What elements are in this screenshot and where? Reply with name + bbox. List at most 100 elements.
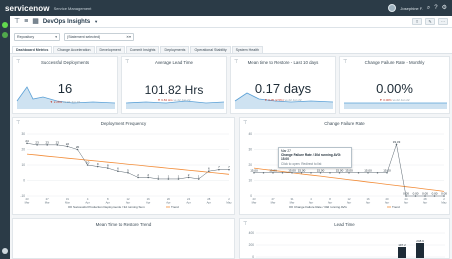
data-label: 15.00 [345, 168, 353, 172]
grid-icon[interactable]: ▦ [32, 18, 39, 25]
y-tick-label: 20 [21, 148, 25, 152]
data-label: 0.00 [432, 192, 438, 196]
tab-dashboard-metrics[interactable]: Dashboard Metrics [12, 46, 53, 53]
data-label: 2 [147, 173, 149, 177]
tooltip-hint: Click to open: Redirect to list [281, 161, 322, 166]
kpi-mean-time-to-restore[interactable]: ⊤ Mean time to Restore - Last 10 days 0.… [230, 56, 336, 114]
repository-select[interactable]: Repository ▾ [14, 33, 60, 41]
change-failure-rate-card[interactable]: ⊤ Change Failure Rate 40 30 20 10 0 23 Mar 27 Ma… [239, 117, 450, 215]
filter-icon[interactable]: ⊤ [14, 18, 20, 25]
kpi-average-lead-time[interactable]: ⊤ Average Lead Time 101.82 Hrs ▼ 6.82 Hr… [121, 56, 227, 114]
data-label: 1 [198, 174, 200, 178]
data-point [329, 171, 331, 174]
x-tick-label: Apr [85, 201, 89, 205]
tab-development[interactable]: Development [95, 46, 125, 53]
data-label: 15.00 [364, 168, 372, 172]
kpi-successful-deployments[interactable]: ⊤ Successful Deployments 16 ▼ 2.26% vs 2… [12, 56, 118, 114]
statement-select-value: (Statement selected) [67, 35, 101, 39]
data-label: 6 [208, 167, 210, 171]
chevron-down-icon[interactable]: ▼ [94, 19, 98, 24]
help-icon[interactable]: ? [434, 5, 437, 11]
kpi-value: 16 [57, 81, 73, 96]
data-label: 33.33 [393, 140, 401, 144]
tab-system-health[interactable]: System Health [231, 46, 264, 53]
dashboard-title[interactable]: DevOps Insights [43, 19, 90, 25]
statement-select[interactable]: (Statement selected) ✕▾ [64, 33, 134, 41]
kpi-compare: vs 22 Jun 22 [392, 98, 410, 102]
top-bar-actions: Josephine F. ⌕ ? ⚙ [388, 4, 447, 12]
data-label: 24 [25, 139, 29, 143]
kpi-delta: ▼ 0.05 (2.5%) [264, 98, 284, 102]
y-tick-label: 10 [21, 163, 25, 167]
x-tick-label: Apr [347, 201, 351, 205]
data-point [310, 171, 312, 174]
servicenow-logo[interactable]: servicenow [5, 4, 50, 13]
settings-rail-icon[interactable] [2, 248, 8, 254]
dashboard-tabs: Dashboard Metrics Change Acceleration Deve… [10, 46, 452, 54]
tab-commit-insights[interactable]: Commit Insights [125, 46, 160, 53]
x-tick-label: May [441, 201, 447, 205]
y-tick-label: 10 [248, 179, 252, 183]
data-point [262, 171, 265, 174]
data-label: 9 [97, 162, 99, 166]
edit-button[interactable]: ✎ [425, 18, 435, 25]
lead-time-card[interactable]: ⊤ Lead Time 400 200 0 197.2 248.9 [239, 218, 450, 259]
user-avatar[interactable] [388, 4, 397, 12]
tooltip-value: Change Failure Rate / 30d running AVG: 1… [281, 153, 342, 162]
x-tick-label: Mar [252, 201, 257, 205]
x-tick-label: Apr [166, 201, 170, 205]
data-label: 0.00 [413, 192, 419, 196]
data-label: 197.2 [398, 243, 406, 247]
legend-label: Trend [171, 205, 179, 209]
tab-operational-stability[interactable]: Operational Stability [190, 46, 231, 53]
data-label: 6 [117, 167, 119, 171]
menu-icon[interactable]: ≡ [24, 18, 28, 25]
data-point [357, 171, 360, 174]
y-tick-label: 0 [23, 179, 25, 183]
x-tick-label: Apr [328, 201, 332, 205]
data-label: 15.00 [298, 168, 306, 172]
x-tick-label: Apr [186, 201, 190, 205]
kpi-value: 101.82 Hrs [144, 83, 204, 97]
data-label: 7 [218, 165, 220, 169]
mttr-trend-card[interactable]: Mean Time to Restore Trend [12, 218, 235, 259]
data-label: 23 [46, 140, 50, 144]
data-point [376, 171, 379, 174]
kpi-compare: vs 22 Jun 22 [63, 100, 81, 104]
x-tick-label: Mar [65, 201, 70, 205]
kpi-compare: vs 22 Jun 22 [173, 98, 191, 102]
x-tick-label: Mar [45, 201, 50, 205]
user-name[interactable]: Josephine F. [400, 6, 422, 11]
y-tick-label: 400 [249, 231, 255, 235]
settings-icon[interactable]: ⚙ [442, 5, 447, 11]
kpi-change-failure-rate[interactable]: ⊤ Change Failure Rate - Monthly 0.00% ▼ … [339, 56, 450, 114]
data-label: 23 [35, 140, 39, 144]
search-icon[interactable]: ⌕ [427, 5, 430, 11]
left-rail [0, 16, 10, 259]
tab-change-acceleration[interactable]: Change Acceleration [53, 46, 95, 53]
share-button[interactable]: ⇪ [412, 18, 422, 25]
data-label: 15.00 [336, 168, 344, 172]
home-icon[interactable] [2, 22, 8, 28]
kpi-delta: ▼ 2.26% [49, 100, 63, 104]
deployment-frequency-card[interactable]: ⊤ Deployment Frequency 30 20 10 0 -10 23 Mar 27… [12, 117, 235, 215]
kpi-delta: ▼ 0.00% [379, 98, 392, 102]
data-label: 248.9 [416, 239, 424, 243]
kpi-compare: vs 22 Jun 22 [284, 98, 302, 102]
data-label: 2 [188, 173, 190, 177]
bar [416, 243, 424, 258]
more-button[interactable]: ⋯ [438, 18, 448, 25]
data-label: 20 [76, 145, 80, 149]
clear-icon[interactable]: ✕▾ [126, 35, 131, 39]
data-label: 15.00 [383, 168, 391, 172]
dashboard-title-bar: ⊤ ≡ ▦ DevOps Insights ▼ ⇪ ✎ ⋯ [10, 16, 452, 28]
repository-select-value: Repository [17, 35, 35, 39]
legend-label: Successful Production Deployments / 3d r… [73, 205, 145, 209]
app-subtitle: Service Management [53, 5, 92, 11]
lead-time-chart: 400 200 0 197.2 248.9 [249, 231, 445, 258]
tab-deployments[interactable]: Deployments [160, 46, 190, 53]
kpi-value: 0.17 days [254, 81, 312, 96]
favorites-icon[interactable] [2, 32, 8, 38]
data-label: 23 [56, 140, 60, 144]
deployment-frequency-chart: 3020100-1023Mar27Mar31Mar4Apr8Apr12Apr16… [20, 132, 232, 209]
